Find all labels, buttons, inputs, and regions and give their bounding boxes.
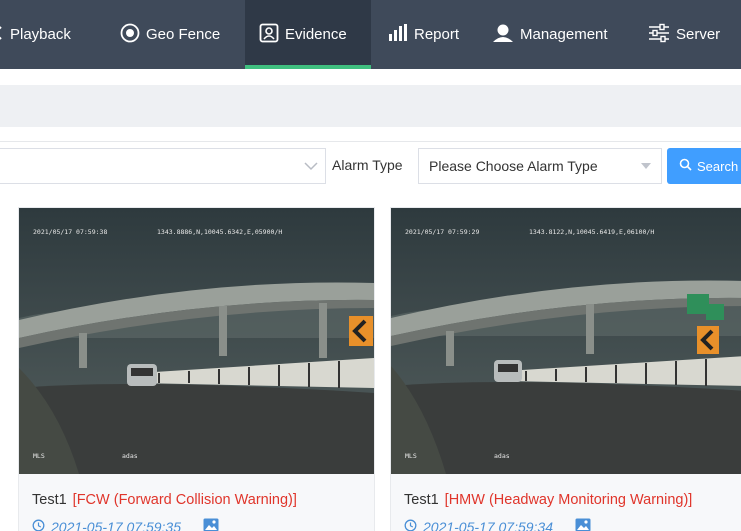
evidence-icon [259,23,279,47]
card-title: Test1 [HMW (Headway Monitoring Warning)] [404,492,692,508]
clock-icon [32,519,45,531]
clock-icon [404,519,417,531]
overlay-timestamp: 2021/05/17 07:59:38 [33,228,107,236]
nav-item-evidence[interactable]: Evidence [245,0,371,69]
overlay-channel: adas [122,452,138,460]
nav-label: Server [676,26,721,43]
card-title: Test1 [FCW (Forward Collision Warning)] [32,492,297,508]
alarm-type-select[interactable]: Please Choose Alarm Type [418,148,662,184]
overlay-tag: MLS [33,452,45,460]
card-time: 2021-05-17 07:59:35 [32,518,219,531]
divider [0,141,741,142]
nav-item-playback[interactable]: Playback [0,0,71,69]
report-icon [388,23,408,46]
server-icon [648,23,670,47]
spacer [0,127,741,141]
overlay-gps: 1343.8122,N,10045.6419,E,06100/H [529,228,654,236]
alarm-type-placeholder: Please Choose Alarm Type [429,158,598,174]
alarm-time: 2021-05-17 07:59:35 [51,518,181,531]
evidence-card[interactable]: 2021/05/17 07:59:38 1343.8886,N,10045.63… [18,207,375,531]
search-button-label: Search [697,158,739,174]
overlay-tag: MLS [405,452,417,460]
overlay-channel: adas [494,452,510,460]
nav-label: Report [414,26,460,43]
evidence-thumbnail[interactable]: 2021/05/17 07:59:38 1343.8886,N,10045.63… [19,208,374,474]
management-icon [492,23,514,47]
chevron-down-icon [303,158,319,179]
nav-item-server[interactable]: Server [648,0,720,69]
nav-item-management[interactable]: Management [492,0,608,69]
device-select[interactable] [0,148,326,184]
device-name: Test1 [404,492,439,508]
image-icon[interactable] [575,518,591,531]
alarm-type-label: Alarm Type [332,157,403,173]
evidence-thumbnail[interactable]: 2021/05/17 07:59:29 1343.8122,N,10045.64… [391,208,741,474]
device-name: Test1 [32,492,67,508]
nav-label: Management [520,26,608,43]
evidence-card[interactable]: 2021/05/17 07:59:29 1343.8122,N,10045.64… [390,207,741,531]
nav-label: Geo Fence [146,26,221,43]
alarm-type: [FCW (Forward Collision Warning)] [72,492,297,508]
toolbar-strip [0,85,741,127]
alarm-type: [HMW (Headway Monitoring Warning)] [444,492,693,508]
search-button[interactable]: Search [667,148,741,184]
image-icon[interactable] [203,518,219,531]
search-icon [679,158,692,174]
nav-label: Playback [10,26,71,43]
nav-item-report[interactable]: Report [388,0,459,69]
caret-down-icon [641,163,651,169]
geo-fence-icon [120,23,140,47]
playback-icon [0,25,4,45]
overlay-timestamp: 2021/05/17 07:59:29 [405,228,479,236]
top-nav: Playback Geo Fence Evidence Report Manag… [0,0,741,69]
card-time: 2021-05-17 07:59:34 [404,518,591,531]
nav-label: Evidence [285,26,347,43]
overlay-gps: 1343.8886,N,10045.6342,E,05900/H [157,228,282,236]
alarm-time: 2021-05-17 07:59:34 [423,518,553,531]
nav-item-geo-fence[interactable]: Geo Fence [120,0,220,69]
